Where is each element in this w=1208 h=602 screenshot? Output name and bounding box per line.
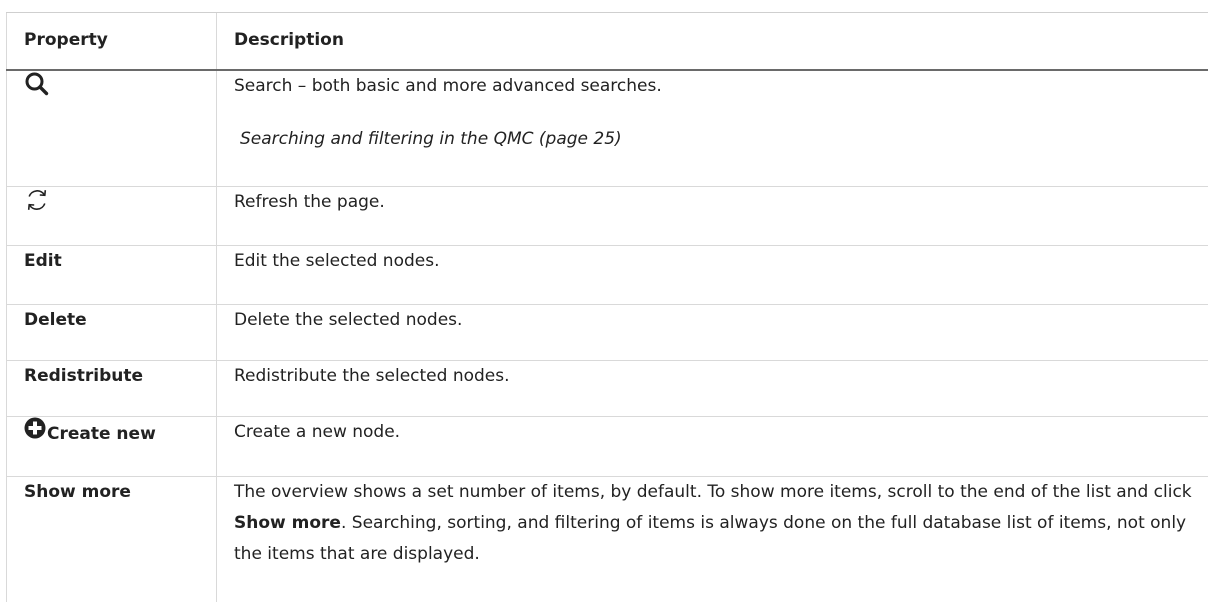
table-row: Redistribute Redistribute the selected n… xyxy=(7,361,1208,417)
description-cell: Redistribute the selected nodes. xyxy=(217,361,1208,417)
page: Property Description Search – both basic… xyxy=(0,0,1208,589)
property-delete: Delete xyxy=(7,305,217,361)
description-before: The overview shows a set number of items… xyxy=(234,482,1192,502)
table-row: Edit Edit the selected nodes. xyxy=(7,246,1208,305)
description-cell: Search – both basic and more advanced se… xyxy=(217,70,1208,187)
property-redistribute: Redistribute xyxy=(7,361,217,417)
description-cell: Delete the selected nodes. xyxy=(217,305,1208,361)
header-property: Property xyxy=(7,13,217,70)
description-cell: Refresh the page. xyxy=(217,187,1208,246)
description-text: The overview shows a set number of items… xyxy=(234,477,1208,570)
search-icon xyxy=(24,71,216,97)
description-text: Refresh the page. xyxy=(234,187,1208,218)
description-after: . Searching, sorting, and filtering of i… xyxy=(234,513,1186,564)
property-edit: Edit xyxy=(7,246,217,305)
description-bold: Show more xyxy=(234,513,341,533)
description-text: Redistribute the selected nodes. xyxy=(234,361,1208,392)
description-text: Search – both basic and more advanced se… xyxy=(234,71,1208,102)
table-row: Show more The overview shows a set numbe… xyxy=(7,477,1208,602)
table-row: Create new Create a new node. xyxy=(7,417,1208,477)
property-create-new: Create new xyxy=(47,419,156,450)
cross-reference-link[interactable]: Searching and filtering in the QMC (page… xyxy=(234,124,1208,155)
table-row: Delete Delete the selected nodes. xyxy=(7,305,1208,361)
property-show-more: Show more xyxy=(7,477,217,602)
plus-circle-icon xyxy=(24,417,47,450)
table-row: Refresh the page. xyxy=(7,187,1208,246)
description-cell: Edit the selected nodes. xyxy=(217,246,1208,305)
description-text: Edit the selected nodes. xyxy=(234,246,1208,277)
table-row: Search – both basic and more advanced se… xyxy=(7,70,1208,187)
refresh-icon xyxy=(24,187,216,213)
header-description: Description xyxy=(217,13,1208,70)
property-cell xyxy=(7,187,217,246)
property-table: Property Description Search – both basic… xyxy=(6,12,1208,602)
description-text: Create a new node. xyxy=(234,417,1208,448)
property-cell xyxy=(7,70,217,187)
description-text: Delete the selected nodes. xyxy=(234,305,1208,336)
create-new-label: Create new xyxy=(24,417,156,450)
description-cell: Create a new node. xyxy=(217,417,1208,477)
property-cell: Create new xyxy=(7,417,217,477)
description-cell: The overview shows a set number of items… xyxy=(217,477,1208,602)
table-header-row: Property Description xyxy=(7,13,1208,70)
